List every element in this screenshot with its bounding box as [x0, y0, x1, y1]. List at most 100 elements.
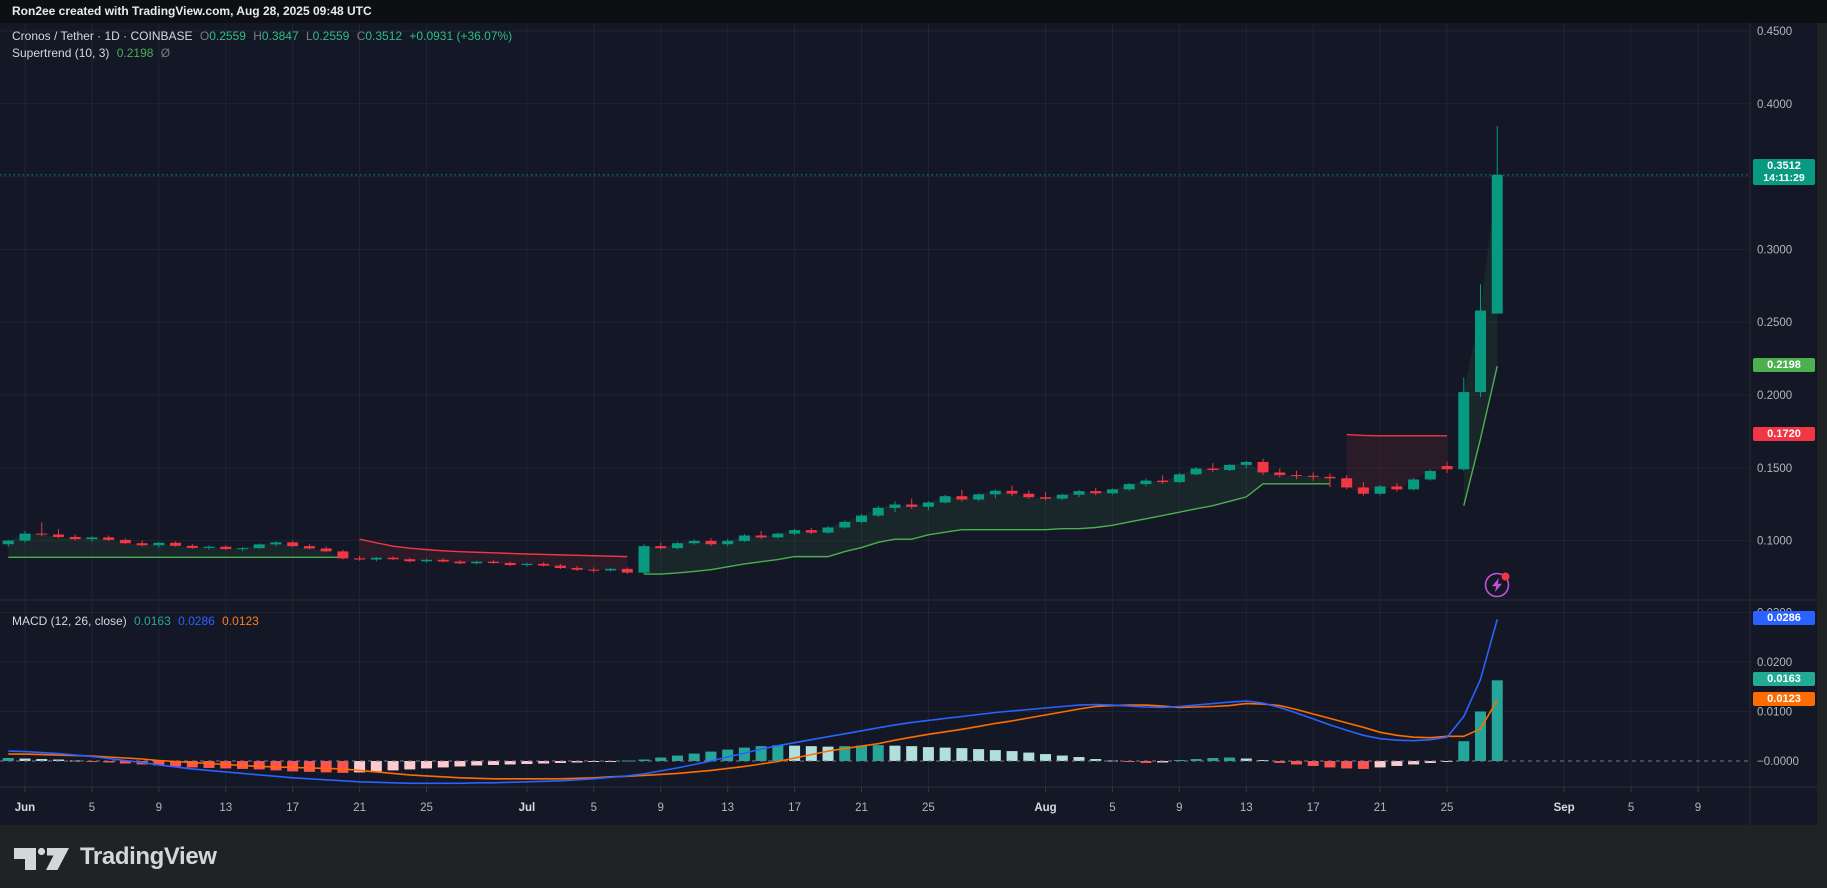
candle-body — [1056, 494, 1068, 499]
candle-body — [287, 542, 299, 547]
candle-body — [839, 521, 851, 528]
macd-histogram-bar — [856, 745, 867, 761]
macd-histogram-bar — [337, 761, 349, 773]
time-axis-tick: 13 — [219, 802, 232, 814]
macd-histogram-bar — [1040, 754, 1052, 761]
candle-body — [1190, 468, 1202, 475]
macd-histogram-bar — [939, 747, 951, 761]
macd-histogram-bar — [889, 745, 901, 761]
macd-histogram-bar — [973, 749, 985, 761]
supertrend-line-down — [1346, 433, 1448, 437]
candle-body — [621, 568, 633, 573]
candle-body — [370, 557, 382, 560]
macd-line-value: 0.0286 — [178, 614, 215, 628]
macd-histogram-bar — [421, 761, 433, 769]
time-axis-tick: 25 — [922, 802, 935, 814]
candle-body — [554, 565, 566, 568]
candle-body — [404, 559, 416, 562]
macd-legend[interactable]: MACD (12, 26, close) 0.0163 0.0286 0.012… — [12, 614, 263, 628]
macd-name[interactable]: MACD (12, 26, close) — [12, 614, 127, 628]
candle-body — [1006, 490, 1018, 494]
time-axis-tick: 5 — [1628, 802, 1634, 814]
macd-histogram-bar — [1307, 761, 1319, 766]
macd-histogram-bar — [370, 761, 382, 772]
macd-histogram-bar — [1374, 761, 1386, 768]
time-axis-tick: 21 — [1374, 802, 1387, 814]
candle-body — [1123, 484, 1135, 490]
last-price-label: 0.3512 14:11:29 — [1753, 158, 1815, 185]
macd-histogram-bar — [471, 761, 483, 766]
candle-body — [638, 546, 650, 573]
symbol-legend[interactable]: Cronos / Tether · 1D · COINBASE O0.2559 … — [12, 29, 516, 43]
supertrend-options-icon[interactable]: Ø — [161, 46, 170, 60]
supertrend-stop-label: 0.1720 — [1753, 427, 1815, 442]
candle-body — [789, 530, 801, 534]
macd-histogram-bar — [1290, 761, 1302, 765]
flash-bubble-icon[interactable] — [1484, 572, 1510, 598]
candle-body — [822, 527, 834, 533]
price-axis-tick: 0.4500 — [1757, 26, 1792, 38]
candle-body — [655, 546, 667, 549]
candle-body — [170, 542, 182, 546]
time-axis-tick: 9 — [1176, 802, 1182, 814]
time-axis-tick: Jul — [519, 802, 536, 814]
candle-body — [320, 548, 332, 552]
candle-body — [738, 535, 750, 541]
macd-histogram-bar — [822, 746, 834, 761]
ohlc-open-label: O — [199, 29, 210, 43]
time-axis-tick: 17 — [286, 802, 299, 814]
candle-body — [906, 504, 918, 507]
candle-body — [103, 537, 115, 540]
macd-histogram-bar — [1357, 761, 1369, 769]
supertrend-name[interactable]: Supertrend (10, 3) — [12, 46, 109, 60]
macd-hist-value: 0.0163 — [134, 614, 171, 628]
time-axis-tick: 17 — [788, 802, 801, 814]
tradingview-snapshot: 0.45000.40000.35000.30000.25000.20000.15… — [0, 0, 1827, 888]
candle-body — [538, 563, 550, 566]
candle-body — [872, 507, 884, 516]
candle-body — [437, 559, 449, 562]
candle-body — [203, 546, 215, 548]
macd-histogram-bar — [772, 745, 784, 761]
ohlc-close-value: 0.3512 — [365, 29, 403, 43]
candle-body — [989, 490, 1001, 495]
macd-value-label: 0.0286 — [1753, 610, 1815, 625]
macd-axis-tick: 0.0200 — [1757, 657, 1792, 669]
tradingview-logo-text: TradingView — [80, 842, 217, 870]
supertrend-legend[interactable]: Supertrend (10, 3) 0.2198 Ø — [12, 46, 174, 60]
time-axis-tick: 13 — [721, 802, 734, 814]
candle-body — [772, 533, 784, 538]
top-bar: Ron2ee created with TradingView.com, Aug… — [0, 0, 1827, 23]
candle-body — [1173, 474, 1185, 483]
price-axis-tick: 0.4000 — [1757, 99, 1792, 111]
chart-canvas[interactable]: 0.45000.40000.35000.30000.25000.20000.15… — [0, 0, 1827, 888]
candle-body — [588, 569, 600, 571]
candle-body — [605, 568, 617, 571]
candle-body — [755, 535, 767, 538]
candle-body — [119, 539, 131, 544]
macd-histogram-bar — [906, 746, 918, 761]
time-axis-tick: 5 — [591, 802, 597, 814]
macd-histogram-bar — [989, 750, 1001, 761]
candle-body — [504, 563, 516, 566]
candle-body — [1307, 475, 1319, 477]
macd-histogram-bar — [872, 745, 884, 761]
ohlc-low-value: 0.2559 — [312, 29, 350, 43]
candle-body — [354, 558, 366, 560]
time-axis-tick: 5 — [1109, 802, 1115, 814]
candle-body — [337, 551, 349, 559]
candle-body — [1106, 489, 1118, 494]
tradingview-logo-icon — [14, 847, 69, 870]
macd-histogram-bar — [454, 761, 466, 767]
macd-histogram-bar — [1458, 741, 1470, 761]
macd-histogram-bar — [303, 761, 315, 772]
macd-histogram-bar — [287, 761, 299, 772]
macd-histogram-bar — [956, 748, 968, 761]
macd-histogram-bar — [1391, 761, 1403, 766]
macd-histogram-bar — [1073, 757, 1085, 761]
macd-histogram-bar — [1224, 757, 1236, 761]
macd-histogram-bar — [1056, 755, 1068, 761]
candle-body — [387, 557, 399, 560]
symbol-title[interactable]: Cronos / Tether · 1D · COINBASE — [12, 29, 193, 43]
time-axis-tick: 21 — [353, 802, 366, 814]
